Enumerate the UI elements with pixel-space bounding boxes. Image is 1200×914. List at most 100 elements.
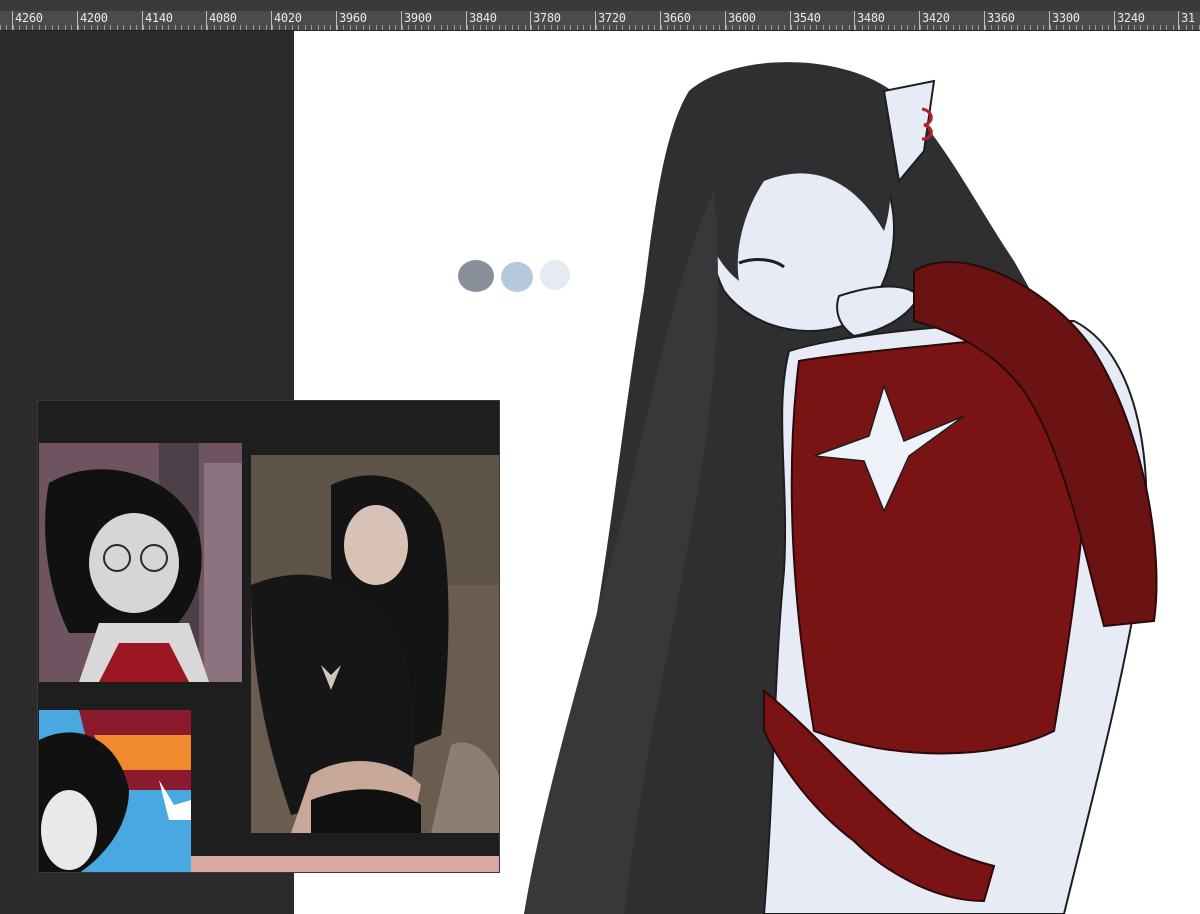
ruler-minor-tick <box>1147 25 1148 30</box>
ruler-minor-tick <box>551 25 552 30</box>
ruler-label: 3600 <box>728 11 756 25</box>
ruler-minor-tick <box>454 25 455 30</box>
ruler-minor-tick <box>123 25 124 30</box>
horizontal-ruler[interactable]: 4260 4200 4140 4080 4020 3960 3900 3840 3780 3720… <box>0 0 1200 31</box>
ruler-minor-tick <box>421 25 422 30</box>
ruler-minor-tick <box>259 25 260 30</box>
ruler-minor-tick <box>253 25 254 30</box>
ruler-minor-tick <box>279 25 280 30</box>
ruler-minor-tick <box>6 25 7 30</box>
ruler-label: 3660 <box>663 11 691 25</box>
ruler-minor-tick <box>531 25 532 30</box>
ruler-minor-tick <box>499 25 500 30</box>
ruler-label: 31 <box>1181 11 1195 25</box>
ruler-minor-tick <box>188 25 189 30</box>
ruler-minor-tick <box>752 25 753 30</box>
ruler-minor-tick <box>1004 25 1005 30</box>
ruler-minor-tick <box>875 25 876 30</box>
ruler-minor-tick <box>1030 25 1031 30</box>
ruler-minor-tick <box>0 25 1 30</box>
ruler-minor-tick <box>836 25 837 30</box>
ruler-minor-tick <box>894 25 895 30</box>
ruler-minor-tick <box>330 25 331 30</box>
ruler-minor-tick <box>298 25 299 30</box>
ruler-minor-tick <box>156 25 157 30</box>
ruler-minor-tick <box>266 25 267 30</box>
reference-photo-image <box>251 455 499 833</box>
ruler-minor-tick <box>564 25 565 30</box>
ruler-minor-tick <box>654 25 655 30</box>
ruler-minor-tick <box>447 25 448 30</box>
ruler-minor-tick <box>1173 25 1174 30</box>
ruler-minor-tick <box>596 25 597 30</box>
ruler-minor-tick <box>739 25 740 30</box>
ruler-minor-tick <box>181 25 182 30</box>
ruler-minor-tick <box>577 25 578 30</box>
ruler-minor-tick <box>1115 25 1116 30</box>
ruler-minor-tick <box>512 25 513 30</box>
ruler-minor-tick <box>1160 25 1161 30</box>
ruler-minor-tick <box>525 25 526 30</box>
reference-photo[interactable] <box>251 455 499 833</box>
ruler-minor-tick <box>713 25 714 30</box>
reference-bottom-strip <box>191 856 499 872</box>
ruler-minor-tick <box>998 25 999 30</box>
ruler-minor-tick <box>71 25 72 30</box>
ruler-minor-tick <box>991 25 992 30</box>
reference-board[interactable] <box>37 400 500 873</box>
ruler-minor-tick <box>816 25 817 30</box>
ruler-minor-tick <box>758 25 759 30</box>
ruler-minor-tick <box>687 25 688 30</box>
ruler-minor-tick <box>389 25 390 30</box>
ruler-minor-tick <box>797 25 798 30</box>
ruler-minor-tick <box>603 25 604 30</box>
reference-cartoon-rainbow[interactable] <box>39 710 191 872</box>
ruler-minor-tick <box>590 25 591 30</box>
ruler-minor-tick <box>240 25 241 30</box>
ruler-minor-tick <box>862 25 863 30</box>
ruler-minor-tick <box>428 25 429 30</box>
ruler-minor-tick <box>901 25 902 30</box>
ruler-minor-tick <box>933 25 934 30</box>
ruler-minor-tick <box>940 25 941 30</box>
ruler-minor-tick <box>829 25 830 30</box>
ruler-minor-tick <box>978 25 979 30</box>
ruler-minor-tick <box>920 25 921 30</box>
ruler-minor-tick <box>65 25 66 30</box>
ruler-minor-tick <box>162 25 163 30</box>
color-swatches[interactable] <box>458 260 570 292</box>
ruler-minor-tick <box>842 25 843 30</box>
ruler-minor-tick <box>395 25 396 30</box>
ruler-minor-tick <box>914 25 915 30</box>
ruler-minor-tick <box>91 25 92 30</box>
ruler-minor-tick <box>1050 25 1051 30</box>
ruler-minor-tick <box>609 25 610 30</box>
ruler-minor-tick <box>505 25 506 30</box>
ruler-minor-tick <box>1089 25 1090 30</box>
ruler-label: 3900 <box>404 11 432 25</box>
ruler-label: 4020 <box>274 11 302 25</box>
ruler-minor-tick <box>1134 25 1135 30</box>
ruler-label: 3720 <box>598 11 626 25</box>
ruler-label: 3240 <box>1117 11 1145 25</box>
reference-cartoon-glasses[interactable] <box>39 443 242 682</box>
ruler-label: 4260 <box>15 11 43 25</box>
ruler-minor-tick <box>1043 25 1044 30</box>
ruler-minor-tick <box>117 25 118 30</box>
ruler-minor-tick <box>1024 25 1025 30</box>
ruler-minor-tick <box>434 25 435 30</box>
ruler-minor-tick <box>292 25 293 30</box>
ruler-minor-tick <box>518 25 519 30</box>
ruler-minor-tick <box>233 25 234 30</box>
ruler-minor-tick <box>480 25 481 30</box>
ruler-minor-tick <box>1153 25 1154 30</box>
ruler-label: 4140 <box>145 11 173 25</box>
ruler-minor-tick <box>110 25 111 30</box>
ruler-minor-tick <box>13 25 14 30</box>
ruler-minor-tick <box>460 25 461 30</box>
ruler-label: 4080 <box>209 11 237 25</box>
character-illustration <box>524 62 1158 914</box>
ruler-minor-tick <box>32 25 33 30</box>
ruler-label: 3960 <box>339 11 367 25</box>
ruler-minor-tick <box>376 25 377 30</box>
